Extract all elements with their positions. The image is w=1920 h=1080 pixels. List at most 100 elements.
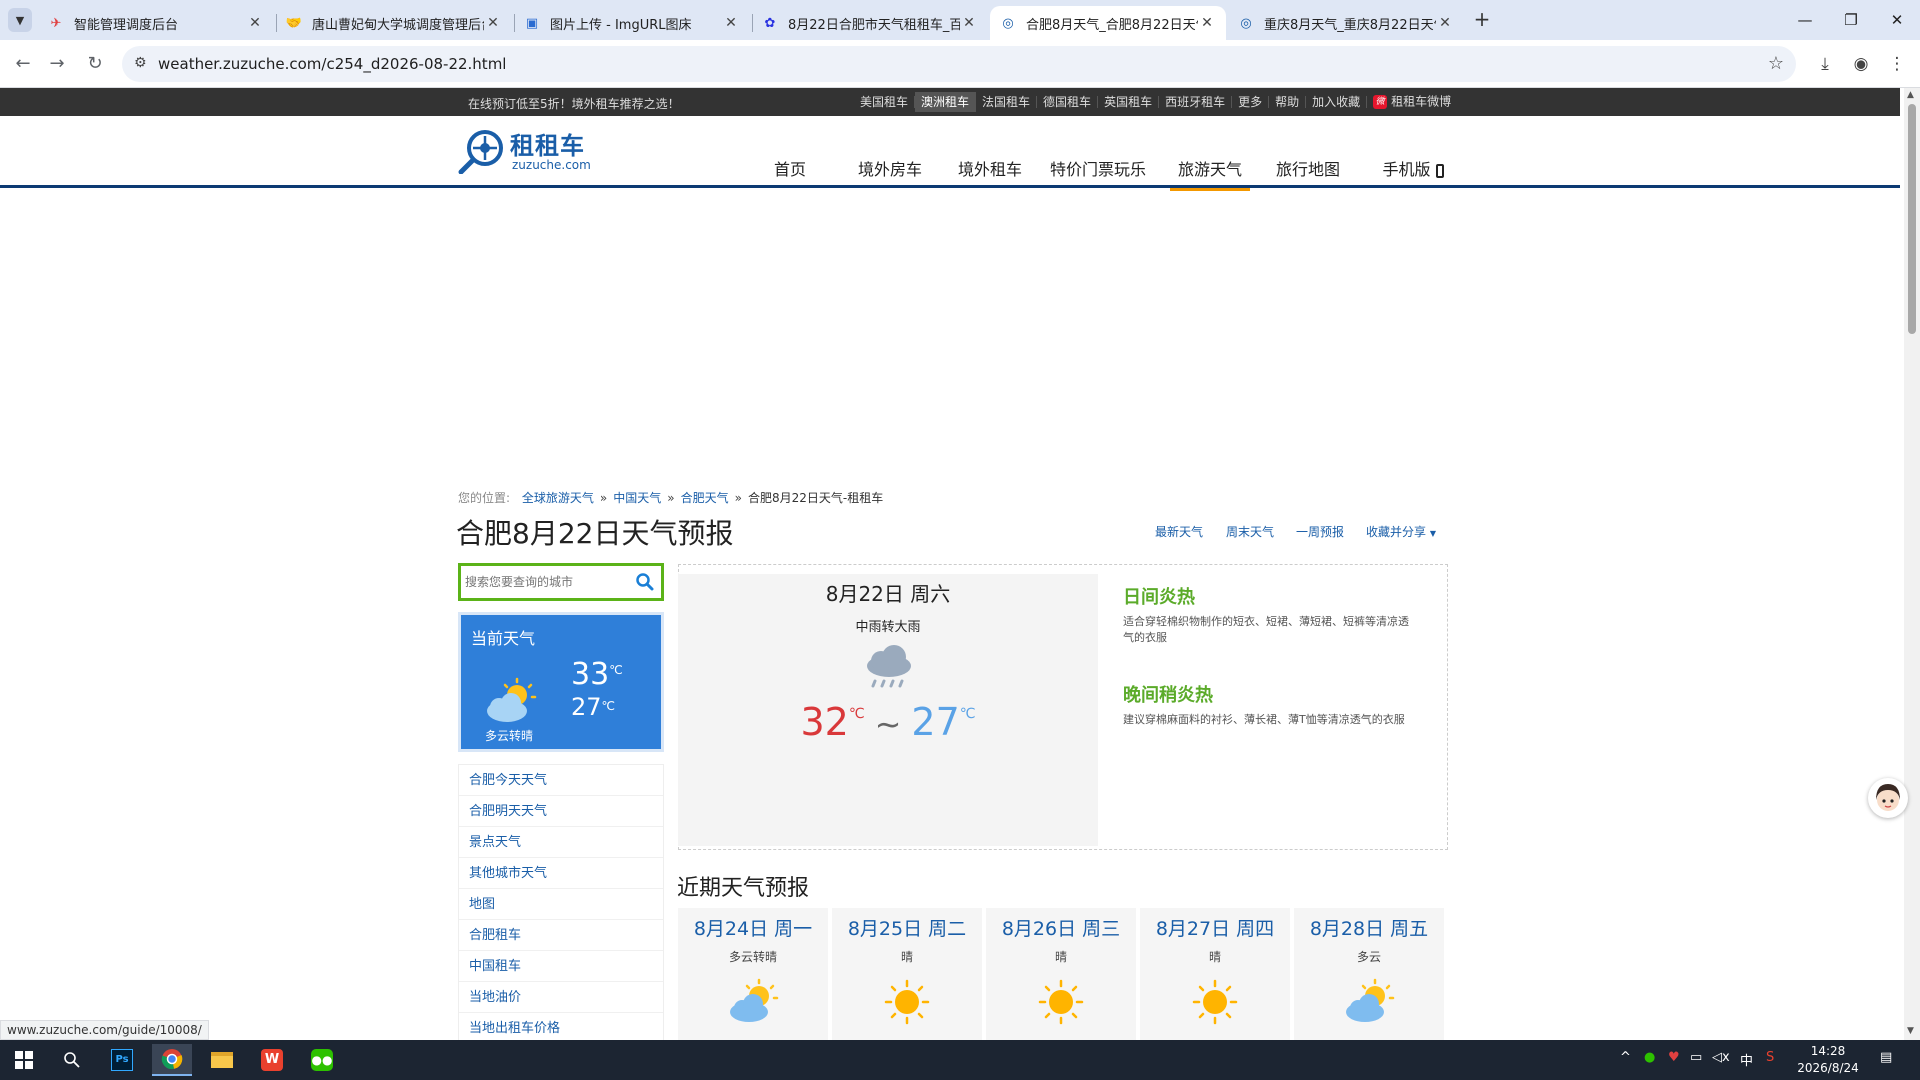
address-bar[interactable]: ⚙ weather.zuzuche.com/c254_d2026-08-22.h… bbox=[122, 46, 1796, 82]
forecast-card[interactable]: 8月26日 周三晴 bbox=[986, 908, 1136, 1040]
top-link[interactable]: 加入收藏 bbox=[1306, 96, 1368, 108]
search-icon[interactable] bbox=[635, 572, 655, 592]
top-link[interactable]: 英国租车 bbox=[1098, 96, 1160, 108]
profile-icon[interactable]: ◉ bbox=[1848, 51, 1874, 77]
nav-rv[interactable]: 境外房车 bbox=[850, 156, 930, 188]
sidebar-link-map[interactable]: 地图 bbox=[459, 889, 663, 920]
latest-weather-link[interactable]: 最新天气 bbox=[1155, 523, 1203, 540]
promo-text: 在线预订低至5折！境外租车推荐之选！ bbox=[468, 97, 680, 111]
nav-mobile[interactable]: 手机版 bbox=[1378, 156, 1448, 188]
download-icon[interactable]: ⤓ bbox=[1812, 51, 1838, 77]
browser-tab-active[interactable]: ◎ 合肥8月天气_合肥8月22日天气 ✕ bbox=[990, 6, 1226, 40]
close-icon[interactable]: ✕ bbox=[960, 15, 978, 31]
sidebar-link-today[interactable]: 合肥今天天气 bbox=[459, 765, 663, 796]
tip-night-text: 建议穿棉麻面料的衬衫、薄长裙、薄T恤等清凉透气的衣服 bbox=[1123, 713, 1405, 726]
close-icon[interactable]: ✕ bbox=[246, 15, 264, 31]
forecast-condition: 多云转晴 bbox=[728, 950, 777, 964]
new-tab-button[interactable]: + bbox=[1470, 8, 1494, 32]
wps-icon[interactable]: W bbox=[252, 1044, 292, 1076]
forecast-date: 8月26日 周三 bbox=[1001, 918, 1121, 940]
nav-tickets[interactable]: 特价门票玩乐 bbox=[1046, 156, 1150, 188]
sidebar-link-other-cities[interactable]: 其他城市天气 bbox=[459, 858, 663, 889]
browser-tab[interactable]: ✈ 智能管理调度后台 ✕ bbox=[38, 6, 274, 40]
top-link[interactable]: 帮助 bbox=[1269, 96, 1307, 108]
tray-app-icon[interactable]: ♥ bbox=[1668, 1050, 1680, 1065]
forecast-card[interactable]: 8月28日 周五 多云 bbox=[1294, 908, 1444, 1040]
sidebar-link-fuel-price[interactable]: 当地油价 bbox=[459, 982, 663, 1013]
tab-search-button[interactable]: ▼ bbox=[8, 8, 32, 32]
nav-weather[interactable]: 旅游天气 bbox=[1170, 156, 1250, 191]
top-link[interactable]: 更多 bbox=[1232, 96, 1270, 108]
photoshop-icon[interactable]: Ps bbox=[102, 1044, 142, 1076]
menu-dots-icon[interactable]: ⋮ bbox=[1884, 51, 1910, 77]
url-text[interactable]: weather.zuzuche.com/c254_d2026-08-22.htm… bbox=[158, 55, 506, 73]
search-taskbar-icon[interactable] bbox=[52, 1044, 92, 1076]
city-search-input[interactable] bbox=[465, 572, 625, 592]
breadcrumb-link[interactable]: 全球旅游天气 bbox=[522, 491, 594, 505]
file-explorer-icon[interactable] bbox=[202, 1044, 242, 1076]
scroll-up-icon[interactable]: ▲ bbox=[1907, 90, 1914, 100]
taskbar-clock[interactable]: 14:28 2026/8/24 bbox=[1792, 1043, 1864, 1077]
reload-icon[interactable]: ↻ bbox=[83, 52, 107, 76]
back-arrow-icon[interactable]: ← bbox=[11, 52, 35, 76]
nav-map[interactable]: 旅行地图 bbox=[1268, 156, 1348, 188]
restore-icon[interactable]: ❐ bbox=[1828, 6, 1874, 34]
breadcrumb-link[interactable]: 中国天气 bbox=[613, 491, 661, 505]
nav-car-rental[interactable]: 境外租车 bbox=[950, 156, 1030, 188]
forward-arrow-icon[interactable]: → bbox=[45, 52, 69, 76]
bookmark-star-icon[interactable]: ☆ bbox=[1768, 53, 1784, 74]
week-forecast-link[interactable]: 一周预报 bbox=[1296, 523, 1344, 540]
top-link-active[interactable]: 澳洲租车 bbox=[915, 92, 977, 112]
top-link[interactable]: 德国租车 bbox=[1037, 96, 1099, 108]
sidebar-link-china-rental[interactable]: 中国租车 bbox=[459, 951, 663, 982]
browser-tab[interactable]: ◎ 重庆8月天气_重庆8月22日天气 ✕ bbox=[1228, 6, 1464, 40]
breadcrumb-link[interactable]: 合肥天气 bbox=[681, 491, 729, 505]
image-icon: ▣ bbox=[525, 15, 539, 31]
page-scrollbar[interactable]: ▲ ▼ bbox=[1904, 88, 1920, 1040]
tip-day-title: 日间炎热 bbox=[1123, 587, 1195, 608]
close-icon[interactable]: ✕ bbox=[722, 15, 740, 31]
nav-home[interactable]: 首页 bbox=[764, 156, 816, 188]
browser-tab[interactable]: 🤝 唐山曹妃甸大学城调度管理后台 ✕ bbox=[276, 6, 512, 40]
browser-tab-strip: ▼ ✈ 智能管理调度后台 ✕ 🤝 唐山曹妃甸大学城调度管理后台 ✕ ▣ 图片上传… bbox=[0, 0, 1920, 40]
avatar-icon bbox=[1876, 784, 1900, 811]
tray-wechat-icon[interactable]: ● bbox=[1644, 1050, 1655, 1065]
wechat-icon[interactable]: ●● bbox=[302, 1044, 342, 1076]
sidebar-link-scenic[interactable]: 景点天气 bbox=[459, 827, 663, 858]
close-icon[interactable]: ✕ bbox=[1436, 15, 1454, 31]
close-icon[interactable]: ✕ bbox=[1198, 15, 1216, 31]
browser-tab[interactable]: ▣ 图片上传 - ImgURL图床 ✕ bbox=[514, 6, 750, 40]
minimize-icon[interactable]: — bbox=[1782, 6, 1828, 34]
customer-service-avatar[interactable] bbox=[1868, 778, 1908, 818]
site-logo[interactable]: 租租车 zuzuche.com bbox=[458, 124, 598, 174]
forecast-card[interactable]: 8月24日 周一 多云转晴 bbox=[678, 908, 828, 1040]
weekend-weather-link[interactable]: 周末天气 bbox=[1226, 523, 1274, 540]
weibo-link[interactable]: 微租租车微博 bbox=[1367, 95, 1457, 109]
top-link[interactable]: 西班牙租车 bbox=[1159, 96, 1233, 108]
site-info-icon[interactable]: ⚙ bbox=[134, 55, 147, 71]
page-title: 合肥8月22日天气预报 bbox=[456, 517, 734, 550]
windows-start-icon[interactable] bbox=[4, 1044, 44, 1076]
forecast-condition: 晴 bbox=[1054, 950, 1067, 964]
windows-taskbar: Ps W ●● ^ ● ♥ ▭ ◁x 中 S 14:28 2026/8/24 ▤ bbox=[0, 1040, 1920, 1080]
network-icon[interactable]: ▭ bbox=[1690, 1050, 1702, 1065]
ime-indicator[interactable]: 中 bbox=[1740, 1050, 1753, 1069]
forecast-card[interactable]: 8月27日 周四晴 bbox=[1140, 908, 1290, 1040]
sidebar-link-hefei-rental[interactable]: 合肥租车 bbox=[459, 920, 663, 951]
top-link[interactable]: 美国租车 bbox=[854, 96, 916, 108]
browser-tab[interactable]: ✿ 8月22日合肥市天气租租车_百度 ✕ bbox=[752, 6, 988, 40]
top-link[interactable]: 法国租车 bbox=[976, 96, 1038, 108]
sidebar-link-tomorrow[interactable]: 合肥明天天气 bbox=[459, 796, 663, 827]
zuzuche-icon: ◎ bbox=[1002, 15, 1014, 31]
close-icon[interactable]: ✕ bbox=[484, 15, 502, 31]
tray-chevron-up-icon[interactable]: ^ bbox=[1620, 1050, 1631, 1065]
notification-icon[interactable]: ▤ bbox=[1880, 1050, 1892, 1065]
chrome-icon[interactable] bbox=[152, 1044, 192, 1076]
volume-muted-icon[interactable]: ◁x bbox=[1712, 1050, 1730, 1065]
forecast-card[interactable]: 8月25日 周二晴 bbox=[832, 908, 982, 1040]
close-window-icon[interactable]: ✕ bbox=[1874, 6, 1920, 34]
scrollbar-thumb[interactable] bbox=[1908, 104, 1916, 334]
scroll-down-icon[interactable]: ▼ bbox=[1907, 1026, 1914, 1036]
share-link[interactable]: 收藏并分享 ▼ bbox=[1366, 523, 1436, 540]
sogou-ime-icon[interactable]: S bbox=[1766, 1050, 1774, 1065]
